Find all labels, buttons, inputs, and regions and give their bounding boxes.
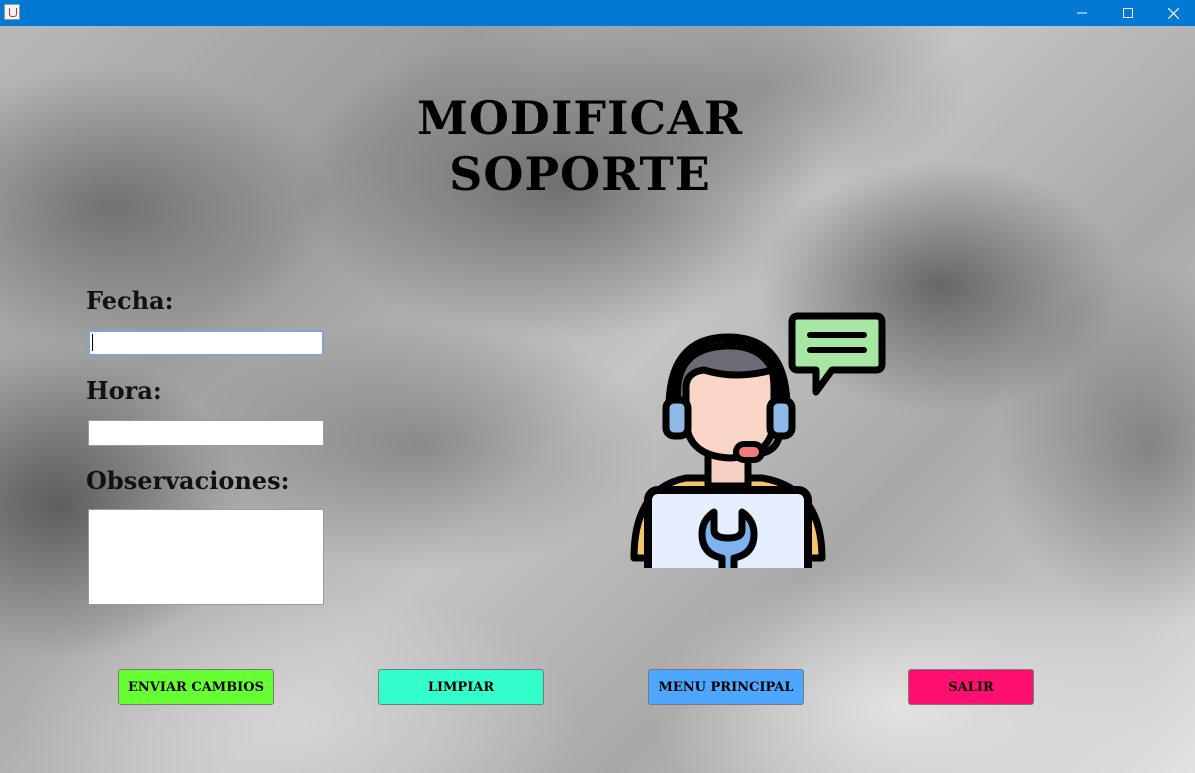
- maximize-icon: [1123, 8, 1133, 18]
- enviar-cambios-button[interactable]: ENVIAR CAMBIOS: [118, 669, 274, 705]
- java-app-icon[interactable]: [4, 4, 20, 20]
- limpiar-button[interactable]: LIMPIAR: [378, 669, 544, 705]
- text-caret: [92, 334, 93, 351]
- minimize-icon: [1077, 12, 1087, 14]
- fecha-input[interactable]: [88, 330, 324, 356]
- observaciones-label: Observaciones:: [86, 466, 290, 495]
- close-button[interactable]: [1150, 0, 1195, 26]
- minimize-button[interactable]: [1059, 0, 1105, 26]
- close-icon: [1167, 7, 1179, 19]
- observaciones-textarea[interactable]: [88, 509, 324, 605]
- salir-button[interactable]: SALIR: [908, 669, 1034, 705]
- menu-principal-button[interactable]: MENU PRINCIPAL: [648, 669, 804, 705]
- fecha-label: Fecha:: [86, 286, 174, 315]
- hora-label: Hora:: [86, 376, 162, 405]
- chat-bubble-icon: [788, 312, 886, 396]
- page-title: MODIFICAR SOPORTE: [416, 91, 744, 201]
- maximize-button[interactable]: [1105, 0, 1151, 26]
- hora-input[interactable]: [88, 420, 324, 446]
- title-bar[interactable]: [0, 0, 1195, 26]
- support-technician-icon: [630, 312, 886, 568]
- content-area: MODIFICAR SOPORTE Fecha: Hora: Observaci…: [0, 26, 1195, 773]
- app-window: MODIFICAR SOPORTE Fecha: Hora: Observaci…: [0, 0, 1195, 773]
